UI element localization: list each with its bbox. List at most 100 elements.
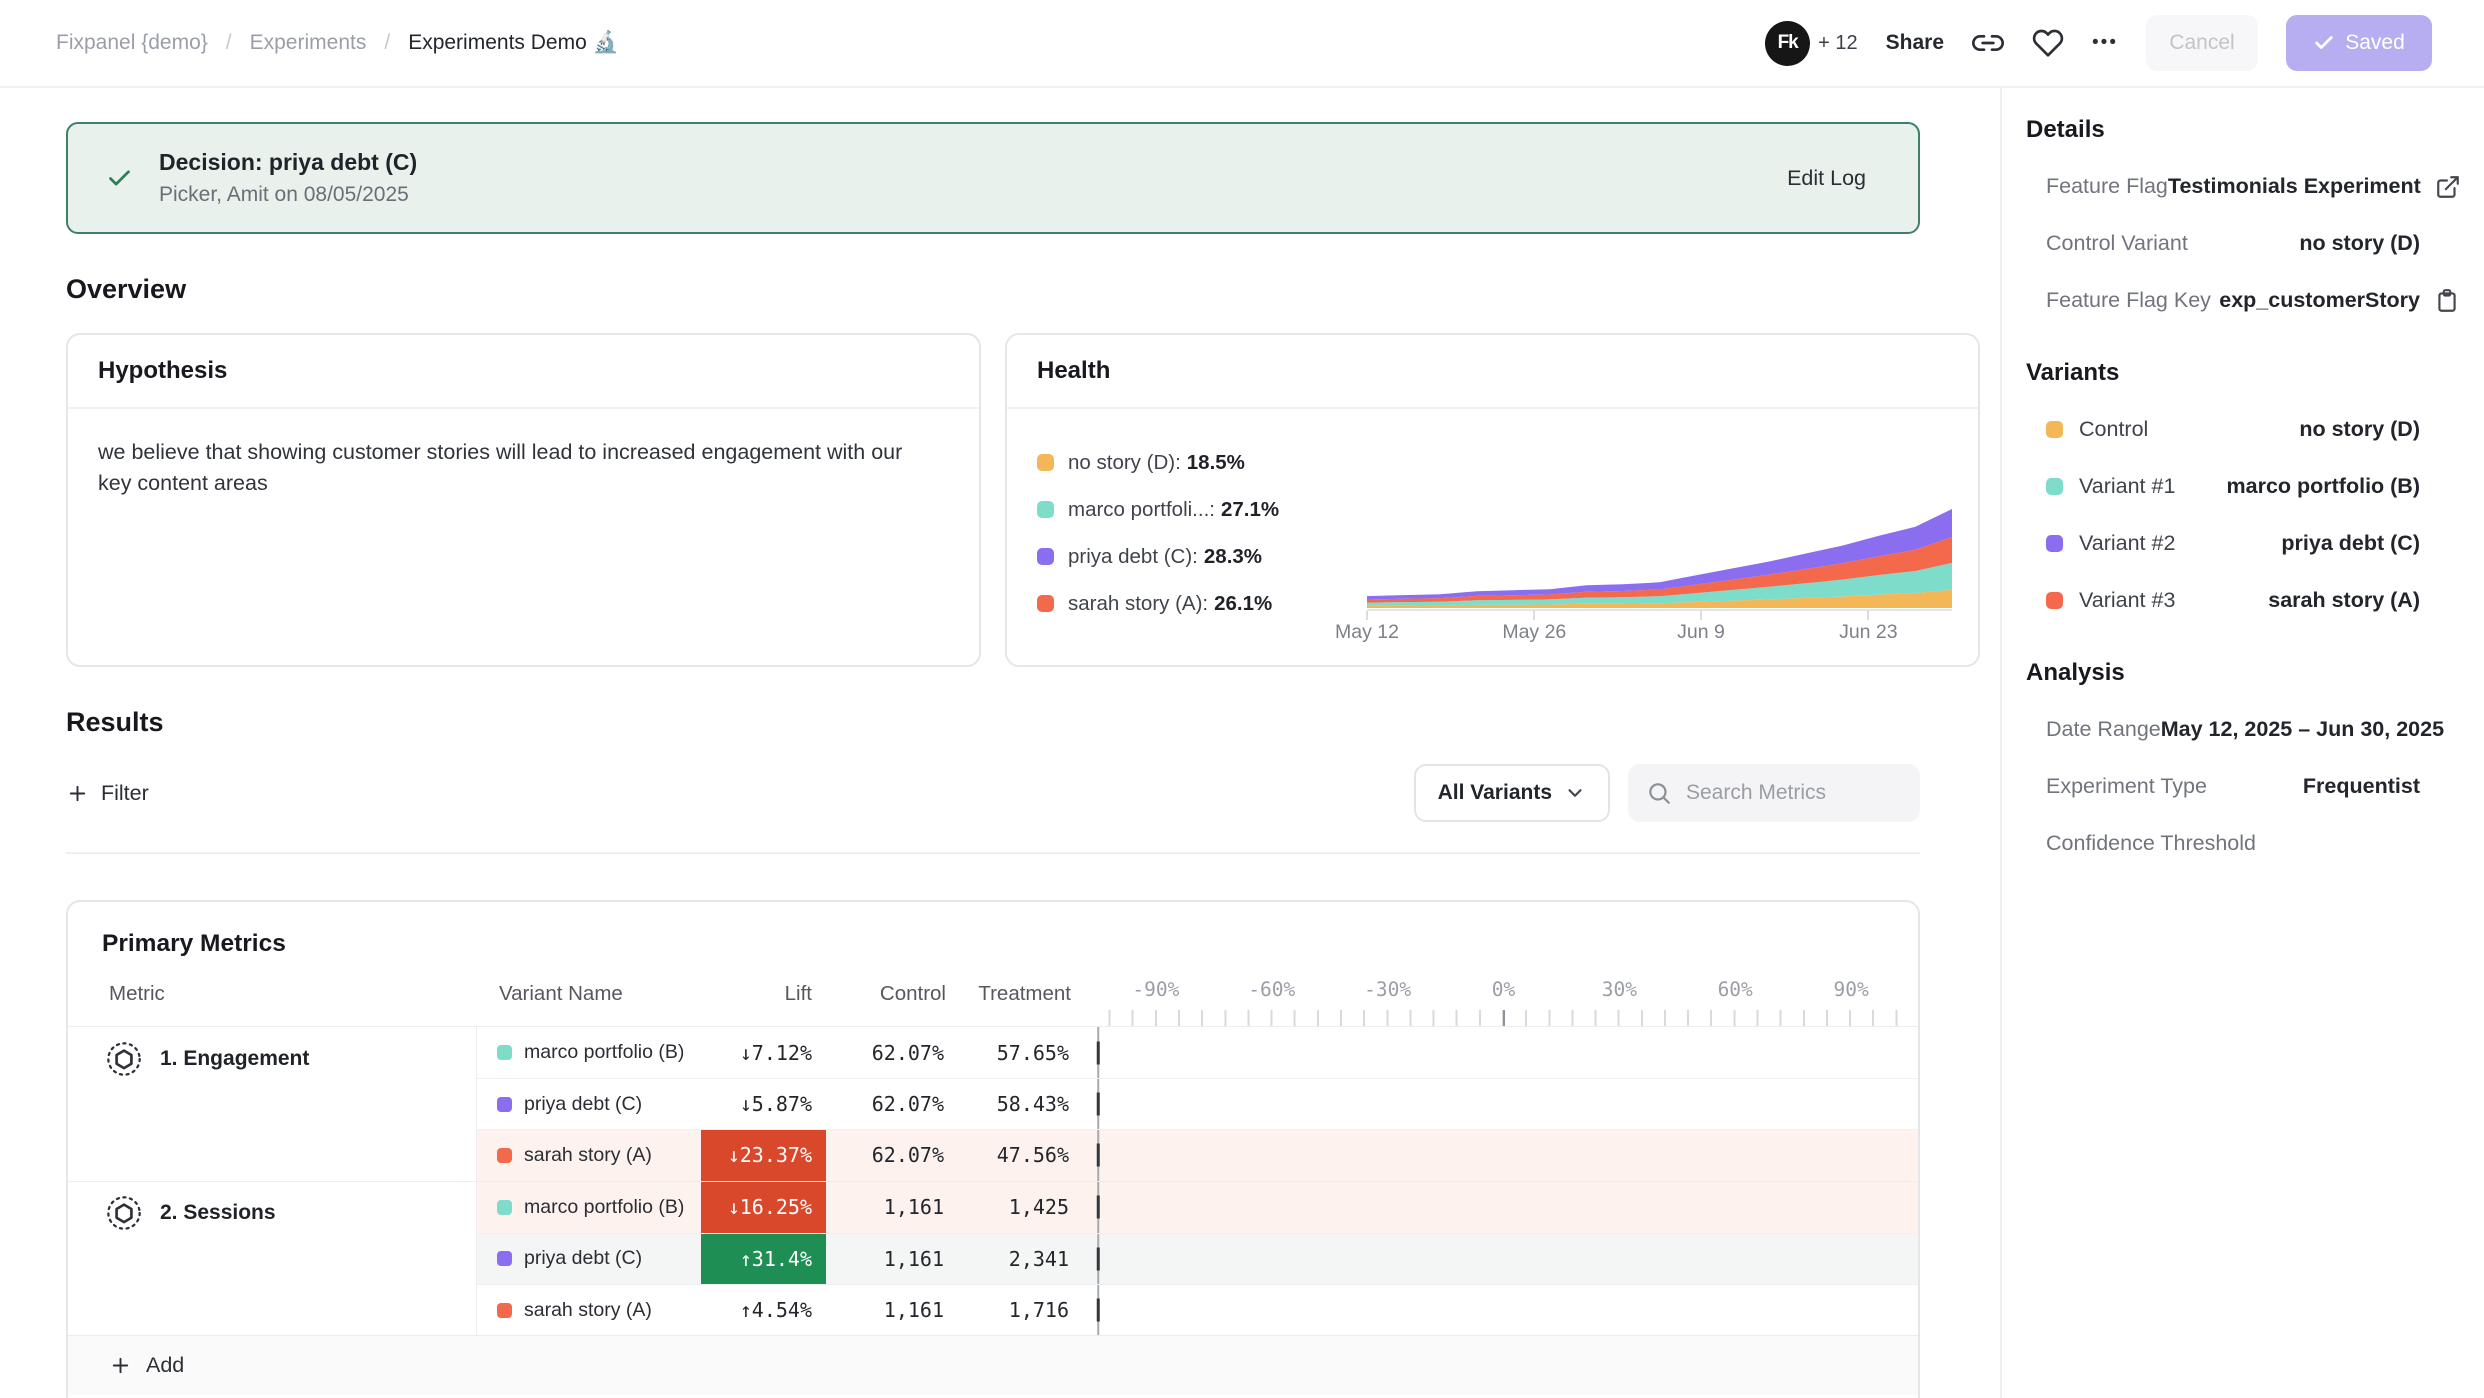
health-title: Health — [1037, 357, 1110, 385]
hypothesis-card-header: Hypothesis — [68, 335, 979, 409]
detail-label: Feature Flag Key — [2046, 288, 2211, 313]
collaborators[interactable]: Fk + 12 — [1765, 21, 1857, 66]
legend-value: 27.1% — [1221, 498, 1279, 521]
breadcrumb-separator: / — [384, 31, 390, 55]
variant-name: priya debt (C) — [524, 1093, 642, 1116]
hypothesis-card: Hypothesis we believe that showing custo… — [66, 333, 981, 667]
control-value-cell: 1,161 — [826, 1182, 946, 1233]
search-metrics-input[interactable] — [1686, 781, 1902, 805]
metric-rows: marco portfolio (B)↓7.12%62.07%57.65%pri… — [477, 1027, 1918, 1181]
search-icon — [1646, 780, 1672, 806]
legend-label: marco portfoli...: — [1068, 498, 1215, 521]
avatar[interactable]: Fk — [1765, 21, 1810, 66]
metrics-search[interactable] — [1628, 764, 1920, 822]
favorite-heart-icon[interactable] — [2032, 27, 2064, 59]
decision-subtitle: Picker, Amit on 08/05/2025 — [159, 183, 417, 207]
lift-axis-tick-label: 90% — [1833, 978, 1868, 1001]
saved-button[interactable]: Saved — [2286, 15, 2432, 71]
variant-value: no story (D) — [2299, 417, 2420, 442]
variant-color-dot — [497, 1097, 512, 1112]
legend-swatch — [1037, 548, 1054, 565]
filter-label: Filter — [101, 781, 149, 806]
detail-row-feature-flag-key: Feature Flag Key exp_customerStory — [2026, 272, 2460, 329]
lift-cell: ↑4.54% — [701, 1285, 826, 1335]
stacked-area-chart — [1367, 506, 1952, 609]
confidence-interval-cell — [1071, 1130, 1918, 1180]
lift-axis-header: -90%-60%-30%0%30%60%90% — [1098, 978, 1909, 1026]
lift-cell: ↓16.25% — [701, 1182, 826, 1233]
analysis-row-date-range: Date Range May 12, 2025 – Jun 30, 2025 — [2026, 701, 2460, 758]
treatment-value-cell: 57.65% — [946, 1027, 1071, 1078]
analysis-value: May 12, 2025 – Jun 30, 2025 — [2161, 717, 2444, 742]
lift-axis-tick-label: -60% — [1248, 978, 1295, 1001]
variant-color-dot — [497, 1200, 512, 1215]
saved-label: Saved — [2345, 31, 2405, 55]
col-lift: Lift — [701, 978, 826, 1026]
variant-name-cell: marco portfolio (B) — [477, 1182, 701, 1233]
edit-log-button[interactable]: Edit Log — [1787, 166, 1866, 191]
results-heading: Results — [66, 707, 1920, 738]
variant-color-dot — [497, 1148, 512, 1163]
more-menu-icon[interactable]: ••• — [2092, 32, 2118, 54]
overview-heading: Overview — [66, 274, 1920, 305]
decision-banner: Decision: priya debt (C) Picker, Amit on… — [66, 122, 1920, 234]
analysis-label: Experiment Type — [2046, 774, 2207, 799]
external-link-icon[interactable] — [2435, 174, 2461, 200]
share-button[interactable]: Share — [1886, 31, 1944, 55]
lift-marker — [1097, 1247, 1100, 1270]
breadcrumb-experiments[interactable]: Experiments — [250, 31, 367, 55]
topbar-actions: Fk + 12 Share ••• Cancel Saved — [1765, 15, 2432, 71]
breadcrumb-separator: / — [226, 31, 232, 55]
add-metric-button[interactable]: Add — [109, 1353, 184, 1378]
decision-text: Decision: priya debt (C) Picker, Amit on… — [159, 149, 417, 207]
analysis-value: Frequentist — [2303, 774, 2420, 799]
breadcrumb-project[interactable]: Fixpanel {demo} — [56, 31, 208, 55]
lift-marker — [1097, 1093, 1100, 1116]
health-x-labels: May 12May 26Jun 9Jun 23 — [1367, 621, 1952, 647]
cancel-button[interactable]: Cancel — [2146, 15, 2258, 71]
plus-icon — [66, 782, 89, 805]
detail-label: Feature Flag — [2046, 174, 2168, 199]
confidence-interval-cell — [1071, 1182, 1918, 1233]
legend-swatch — [1037, 501, 1054, 518]
health-x-tick-label: Jun 23 — [1839, 621, 1898, 644]
variant-swatch — [2046, 478, 2063, 495]
variant-name-cell: sarah story (A) — [477, 1130, 701, 1180]
legend-item: no story (D): 18.5% — [1037, 439, 1367, 486]
legend-value: 26.1% — [1214, 592, 1272, 615]
detail-row-control-variant: Control Variant no story (D) — [2026, 215, 2460, 272]
clipboard-icon[interactable] — [2434, 288, 2460, 314]
col-treatment: Treatment — [946, 978, 1071, 1026]
main-content: Decision: priya debt (C) Picker, Amit on… — [0, 88, 2000, 1398]
health-area-chart: May 12May 26Jun 9Jun 23 — [1367, 506, 1952, 647]
detail-value[interactable]: Testimonials Experiment — [2168, 174, 2421, 199]
variant-name: sarah story (A) — [524, 1299, 652, 1322]
variant-name: marco portfolio (B) — [524, 1196, 684, 1219]
variants-heading: Variants — [2026, 359, 2460, 387]
details-heading: Details — [2026, 116, 2460, 144]
treatment-value-cell: 58.43% — [946, 1079, 1071, 1129]
variant-label: Control — [2079, 417, 2148, 442]
legend-label: no story (D): — [1068, 451, 1181, 474]
add-filter-button[interactable]: Filter — [66, 781, 149, 806]
confidence-interval-cell — [1071, 1285, 1918, 1335]
metric-name: 2. Sessions — [160, 1201, 276, 1225]
analysis-label: Confidence Threshold — [2046, 831, 2256, 856]
variants-dropdown[interactable]: All Variants — [1414, 764, 1610, 822]
link-icon[interactable] — [1972, 27, 2004, 59]
legend-value: 18.5% — [1187, 451, 1245, 474]
variant-name-cell: sarah story (A) — [477, 1285, 701, 1335]
variant-row: Variant #3 sarah story (A) — [2026, 572, 2460, 629]
confidence-interval-cell — [1071, 1234, 1918, 1284]
lift-cell: ↓7.12% — [701, 1027, 826, 1078]
legend-swatch — [1037, 454, 1054, 471]
variant-label: Variant #3 — [2079, 588, 2175, 613]
health-legend: no story (D): 18.5% marco portfoli...: 27.… — [1037, 425, 1367, 647]
variant-label: Variant #2 — [2079, 531, 2175, 556]
control-value-cell: 1,161 — [826, 1234, 946, 1284]
results-toolbar: Filter All Variants — [66, 764, 1920, 822]
health-card-header: Health — [1007, 335, 1978, 409]
analysis-heading: Analysis — [2026, 659, 2460, 687]
metrics-table-header: Metric Variant Name Lift Control Treatme… — [68, 978, 1918, 1026]
metric-icon — [105, 1194, 143, 1232]
